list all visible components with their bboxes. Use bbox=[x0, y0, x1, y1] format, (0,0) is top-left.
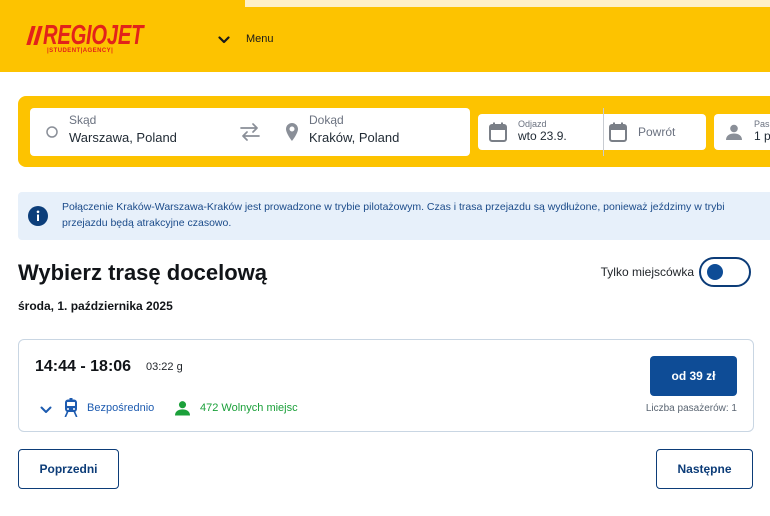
passenger-count: Liczba pasażerów: 1 bbox=[645, 403, 737, 414]
previous-button[interactable]: Poprzedni bbox=[18, 449, 119, 489]
seat-only-toggle-label: Tylko miejscówka bbox=[600, 265, 694, 279]
price-button[interactable]: od 39 zł bbox=[650, 356, 737, 396]
departure-value: wto 23.9. bbox=[518, 129, 567, 143]
calendar-icon bbox=[609, 122, 627, 142]
bus-icon bbox=[64, 398, 78, 417]
info-text-line: przejazdu będą atrakcyjne czasowo. bbox=[62, 217, 232, 229]
menu-label: Menu bbox=[246, 33, 274, 45]
free-seats: 472 Wolnych miejsc bbox=[200, 402, 298, 414]
circle-icon bbox=[46, 126, 58, 138]
chevron-down-icon bbox=[40, 406, 52, 413]
connection-type[interactable]: Bezpośrednio bbox=[87, 401, 154, 415]
logo-tagline: |STUDENT|AGENCY| bbox=[47, 48, 114, 54]
logo-wordmark: REGIOJET bbox=[43, 21, 143, 49]
location-pin-icon bbox=[286, 123, 298, 141]
logo-regio: REGIO bbox=[43, 19, 107, 50]
passengers-field[interactable]: Pas 1 p bbox=[714, 114, 770, 150]
travel-date: środa, 1. października 2025 bbox=[18, 299, 173, 313]
person-icon bbox=[175, 401, 190, 416]
swap-route-button[interactable] bbox=[238, 122, 262, 142]
seat-only-toggle[interactable] bbox=[699, 257, 751, 287]
from-field[interactable]: Skąd Warszawa, Poland bbox=[30, 108, 235, 156]
return-date-field[interactable]: Powrót bbox=[604, 114, 706, 150]
to-field[interactable]: Dokąd Kraków, Poland bbox=[270, 108, 470, 156]
site-header: REGIOJET |STUDENT|AGENCY| Menu bbox=[0, 0, 770, 72]
connection-time: 14:44 - 18:06 bbox=[35, 358, 132, 375]
to-value: Kraków, Poland bbox=[309, 130, 400, 145]
passengers-value: 1 p bbox=[754, 129, 770, 143]
next-button[interactable]: Następne bbox=[656, 449, 753, 489]
connection-card[interactable]: 14:44 - 18:06 03:22 g Bezpośrednio 472 W… bbox=[18, 339, 754, 432]
departure-date-field[interactable]: Odjazd wto 23.9. bbox=[478, 114, 603, 150]
date-divider bbox=[603, 108, 604, 156]
return-placeholder: Powrót bbox=[638, 125, 676, 139]
from-label: Skąd bbox=[69, 113, 97, 127]
info-text-line: Połączenie Kraków-Warszawa-Kraków jest p… bbox=[62, 201, 725, 213]
info-banner: Połączenie Kraków-Warszawa-Kraków jest p… bbox=[18, 192, 770, 240]
swap-arrows-icon bbox=[240, 123, 260, 141]
menu-button[interactable]: Menu bbox=[214, 26, 278, 52]
route-fields: Skąd Warszawa, Poland Dokąd Kraków, Pola… bbox=[30, 108, 470, 156]
page: REGIOJET |STUDENT|AGENCY| Menu Skąd Wars… bbox=[0, 0, 770, 516]
date-fields: Odjazd wto 23.9. Powrót bbox=[478, 114, 706, 150]
toggle-knob bbox=[707, 264, 723, 280]
logo-jet: JET bbox=[106, 19, 144, 50]
person-icon bbox=[726, 124, 742, 140]
chevron-down-icon bbox=[218, 36, 230, 44]
header-top-strip bbox=[245, 0, 770, 7]
to-label: Dokąd bbox=[309, 113, 344, 127]
regiojet-logo[interactable]: REGIOJET |STUDENT|AGENCY| bbox=[24, 18, 154, 58]
page-title: Wybierz trasę docelową bbox=[18, 260, 268, 285]
from-value: Warszawa, Poland bbox=[69, 130, 177, 145]
connection-duration: 03:22 g bbox=[146, 361, 183, 373]
expand-details-button[interactable] bbox=[38, 398, 54, 417]
calendar-icon bbox=[489, 122, 507, 142]
info-icon bbox=[28, 206, 48, 226]
